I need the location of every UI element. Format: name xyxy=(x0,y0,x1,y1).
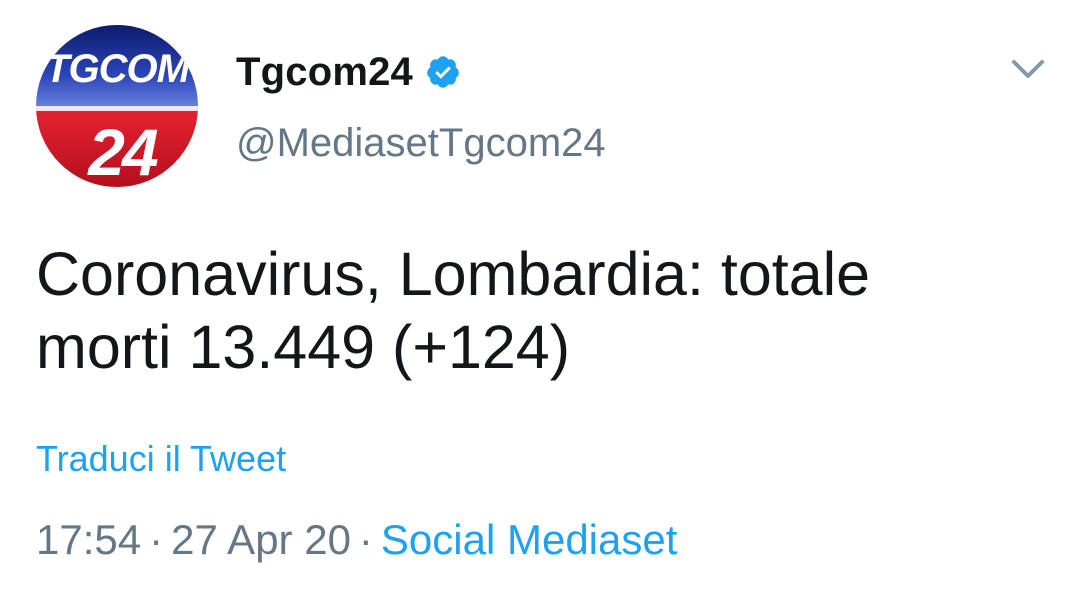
tweet-date[interactable]: 27 Apr 20 xyxy=(171,516,351,563)
tweet-text-line1: Coronavirus, Lombardia: totale xyxy=(36,240,871,308)
author-name-row[interactable]: Tgcom24 xyxy=(236,46,461,98)
tweet-text-line2: morti 13.449 (+124) xyxy=(36,313,571,381)
display-name[interactable]: Tgcom24 xyxy=(236,50,413,95)
tgcom24-logo-icon: TGCOM 24 xyxy=(36,25,198,187)
tweet-card: TGCOM 24 Tgcom24 @MediasetTgcom24 Corona… xyxy=(0,0,1080,596)
avatar-text-top: TGCOM xyxy=(45,47,192,91)
chevron-down-icon[interactable] xyxy=(1008,52,1048,86)
tweet-time[interactable]: 17:54 xyxy=(36,516,141,563)
meta-separator: · xyxy=(149,516,164,563)
tweet-source-link[interactable]: Social Mediaset xyxy=(381,516,677,563)
avatar-text-bottom: 24 xyxy=(86,115,158,187)
translate-tweet-link[interactable]: Traduci il Tweet xyxy=(36,438,286,480)
avatar[interactable]: TGCOM 24 xyxy=(36,25,198,187)
meta-separator: · xyxy=(358,516,373,563)
handle[interactable]: @MediasetTgcom24 xyxy=(236,121,606,166)
tweet-meta: 17:54 · 27 Apr 20 · Social Mediaset xyxy=(36,516,677,564)
tweet-text: Coronavirus, Lombardia: totale morti 13.… xyxy=(36,238,1036,384)
verified-badge-icon xyxy=(425,54,461,90)
